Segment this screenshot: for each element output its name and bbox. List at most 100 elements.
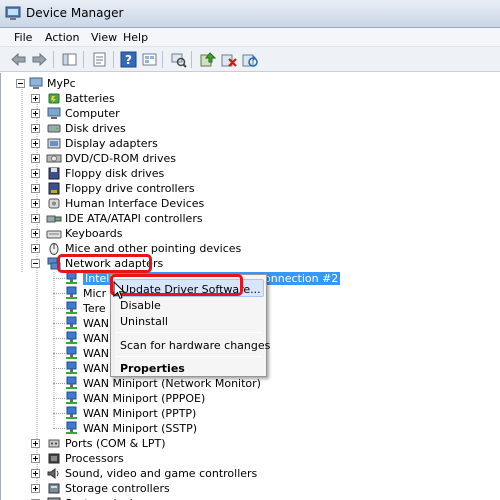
title-bar: Device Manager xyxy=(0,0,500,28)
menu-separator xyxy=(116,356,262,357)
tree-category-computer[interactable]: Computer xyxy=(0,106,500,121)
toolbar-separator xyxy=(53,51,54,68)
menu-scan-hardware-changes[interactable]: Scan for hardware changes xyxy=(114,336,270,354)
tree-node-label: WAN Miniport (Network Monitor) xyxy=(83,377,261,390)
menu-item-label: Uninstall xyxy=(120,315,168,328)
show-hide-console-tree-icon[interactable] xyxy=(61,51,78,68)
highlight-box-update-driver xyxy=(110,274,243,296)
svg-text:?: ? xyxy=(125,53,132,67)
properties-icon[interactable] xyxy=(91,51,108,68)
tree-category-batteries[interactable]: Batteries xyxy=(0,91,500,106)
expand-icon[interactable] xyxy=(31,229,40,238)
tree-node-label: DVD/CD-ROM drives xyxy=(65,152,176,165)
collapse-icon[interactable] xyxy=(31,259,40,268)
menu-properties[interactable]: Properties xyxy=(114,359,264,377)
expand-icon[interactable] xyxy=(31,94,40,103)
uninstall-icon[interactable] xyxy=(220,51,237,68)
expand-icon[interactable] xyxy=(31,199,40,208)
tree-node-label: Storage controllers xyxy=(65,482,170,495)
collapse-icon[interactable] xyxy=(16,79,25,88)
tree-category-processors[interactable]: Processors xyxy=(0,451,500,466)
menu-bar: File Action View Help xyxy=(0,28,500,47)
tree-category-disk-drives[interactable]: Disk drives xyxy=(0,121,500,136)
tree-category-ide-ata-atapi-controllers[interactable]: IDE ATA/ATAPI controllers xyxy=(0,211,500,226)
tree-node-label: Display adapters xyxy=(65,137,158,150)
tree-network-adapter-item[interactable]: WAN Miniport (Network Monitor) xyxy=(0,376,500,391)
menu-separator xyxy=(116,332,262,333)
tree-node-label: Tere xyxy=(83,302,106,315)
tree-node-label: Human Interface Devices xyxy=(65,197,205,210)
tree-node-label: WAN xyxy=(83,332,110,345)
expand-icon[interactable] xyxy=(31,139,40,148)
tree-node-label: IDE ATA/ATAPI controllers xyxy=(65,212,203,225)
device-manager-window: Device Manager File Action View Help ? M… xyxy=(0,0,500,500)
tree-node-label: Computer xyxy=(65,107,120,120)
menu-file[interactable]: File xyxy=(14,31,32,44)
tree-network-adapter-item[interactable]: WAN Miniport (PPPOE) xyxy=(0,391,500,406)
toolbar-separator xyxy=(162,51,163,68)
rollback-icon[interactable] xyxy=(241,51,258,68)
tree-category-human-interface-devices[interactable]: Human Interface Devices xyxy=(0,196,500,211)
tree-category-system-devices[interactable]: System devices xyxy=(0,496,500,500)
tree-node-label: WAN Miniport (SSTP) xyxy=(83,422,198,435)
toolbar-separator xyxy=(191,51,192,68)
tree-node-label: WAN Miniport (PPTP) xyxy=(83,407,197,420)
view-icon[interactable] xyxy=(141,51,158,68)
tree-node-label: Keyboards xyxy=(65,227,123,240)
tree-node-label: WAN xyxy=(83,347,110,360)
expand-icon[interactable] xyxy=(31,439,40,448)
tree-root-mypc[interactable]: MyPc xyxy=(0,76,500,91)
menu-help[interactable]: Help xyxy=(123,31,148,44)
tree-node-label: Sound, video and game controllers xyxy=(65,467,258,480)
window-title: Device Manager xyxy=(26,6,124,20)
menu-view[interactable]: View xyxy=(91,31,117,44)
tree-node-label: WAN xyxy=(83,362,110,375)
update-driver-icon[interactable] xyxy=(199,51,216,68)
tree-network-adapter-item[interactable]: WAN Miniport (SSTP) xyxy=(0,421,500,436)
tree-node-label: WAN Miniport (PPPOE) xyxy=(83,392,206,405)
tree-node-label: Micr xyxy=(83,287,107,300)
toolbar-separator xyxy=(83,51,84,68)
tree-category-display-adapters[interactable]: Display adapters xyxy=(0,136,500,151)
menu-item-label: Properties xyxy=(120,362,185,375)
mouse-cursor-icon xyxy=(113,281,125,300)
tree-category-floppy-disk-drives[interactable]: Floppy disk drives xyxy=(0,166,500,181)
tree-network-adapter-item[interactable]: WAN Miniport (PPTP) xyxy=(0,406,500,421)
tree-node-label: Floppy disk drives xyxy=(65,167,165,180)
forward-arrow-icon[interactable] xyxy=(31,51,48,68)
expand-icon[interactable] xyxy=(31,484,40,493)
tree-category-keyboards[interactable]: Keyboards xyxy=(0,226,500,241)
expand-icon[interactable] xyxy=(31,214,40,223)
expand-icon[interactable] xyxy=(31,184,40,193)
help-icon[interactable]: ? xyxy=(120,51,137,68)
device-manager-icon xyxy=(5,6,21,20)
toolbar: ? xyxy=(0,47,500,72)
menu-item-label: Disable xyxy=(120,299,161,312)
expand-icon[interactable] xyxy=(31,454,40,463)
tree-category-sound-video-and-game-controllers[interactable]: Sound, video and game controllers xyxy=(0,466,500,481)
tree-node-label: Disk drives xyxy=(65,122,126,135)
tree-category-dvd-cd-rom-drives[interactable]: DVD/CD-ROM drives xyxy=(0,151,500,166)
back-arrow-icon[interactable] xyxy=(10,51,27,68)
expand-icon[interactable] xyxy=(31,169,40,178)
tree-node-label: Processors xyxy=(65,452,124,465)
tree-node-label: Batteries xyxy=(65,92,115,105)
tree-node-label: Ports (COM & LPT) xyxy=(65,437,166,450)
tree-node-label: MyPc xyxy=(47,77,76,90)
tree-category-storage-controllers[interactable]: Storage controllers xyxy=(0,481,500,496)
tree-node-label: WAN xyxy=(83,317,110,330)
tree-category-ports-com-lpt-[interactable]: Ports (COM & LPT) xyxy=(0,436,500,451)
expand-icon[interactable] xyxy=(31,109,40,118)
tree-node-label: Floppy drive controllers xyxy=(65,182,195,195)
expand-icon[interactable] xyxy=(31,244,40,253)
expand-icon[interactable] xyxy=(31,154,40,163)
tree-category-floppy-drive-controllers[interactable]: Floppy drive controllers xyxy=(0,181,500,196)
menu-item-label: Scan for hardware changes xyxy=(120,339,271,352)
menu-uninstall[interactable]: Uninstall xyxy=(114,312,264,330)
scan-hardware-icon[interactable] xyxy=(170,51,187,68)
expand-icon[interactable] xyxy=(31,124,40,133)
menu-action[interactable]: Action xyxy=(45,31,79,44)
expand-icon[interactable] xyxy=(31,469,40,478)
toolbar-separator xyxy=(113,51,114,68)
highlight-box-network-adapters xyxy=(57,254,152,273)
